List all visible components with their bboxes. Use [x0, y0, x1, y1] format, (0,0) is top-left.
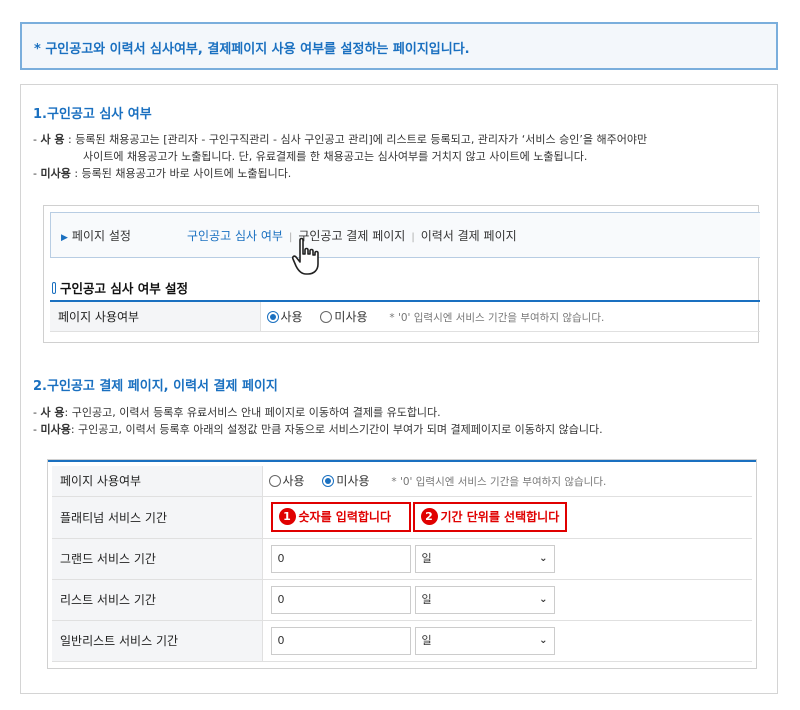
section2-desc: - 사 용: 구인공고, 이력서 등록후 유료서비스 안내 페이지로 이동하여 …	[33, 406, 603, 436]
page-use-label: 페이지 사용여부	[52, 466, 263, 497]
list-label: 리스트 서비스 기간	[52, 579, 263, 621]
use-desc: : 구인공고, 이력서 등록후 유료서비스 안내 페이지로 이동하여 결제를 유…	[64, 406, 441, 419]
notice-banner: * 구인공고와 이력서 심사여부, 결제페이지 사용 여부를 설정하는 페이지입…	[20, 22, 778, 70]
hand-cursor-icon	[291, 237, 319, 275]
grand-unit-select[interactable]: 일 ⌄	[414, 544, 555, 573]
zero-note: * '0' 입력시엔 서비스 기간을 부여하지 않습니다.	[389, 311, 605, 324]
use-desc-line1: : 등록된 채용공고는 [관리자 - 구인구직관리 - 심사 구인공고 관리]에…	[68, 133, 648, 146]
page-use-label: 페이지 사용여부	[50, 301, 261, 332]
radio-use-label: 사용	[280, 309, 303, 324]
number-1-badge: 1	[278, 508, 296, 525]
tab-separator: |	[411, 232, 415, 243]
table-row: 리스트 서비스 기간 0 일 ⌄	[52, 579, 752, 621]
tab-bar: ▶ 페이지 설정 구인공고 심사 여부 | 구인공고 결제 페이지 | 이력서 결제 페이…	[50, 212, 760, 275]
tab-job-review[interactable]: 구인공고 심사 여부	[187, 227, 283, 244]
table-row: 그랜드 서비스 기간 0 일 ⌄	[52, 538, 752, 580]
setting1-title-text: 구인공고 심사 여부 설정	[60, 281, 189, 296]
tab-list: 구인공고 심사 여부 | 구인공고 결제 페이지 | 이력서 결제 페이지	[187, 227, 517, 244]
chevron-down-icon: ⌄	[539, 593, 548, 605]
tab-bar-head: ▶ 페이지 설정	[61, 227, 131, 244]
page-use-options: 사용 미사용 * '0' 입력시엔 서비스 기간을 부여하지 않습니다.	[262, 466, 752, 497]
grand-label: 그랜드 서비스 기간	[52, 538, 263, 580]
radio-use-label: 사용	[282, 474, 305, 489]
table-row: 페이지 사용여부 사용 미사용 * '0' 입력시엔 서비스 기간을 부여하지 …	[50, 301, 760, 332]
callout-select-unit-text: 기간 단위를 선택합니다	[440, 510, 560, 524]
radio-unchecked-icon[interactable]	[268, 475, 281, 488]
callout-select-unit: 2 기간 단위를 선택합니다	[412, 502, 568, 532]
setting2-table: 페이지 사용여부 사용 미사용 * '0' 입력시엔 서비스 기간을 부여하지 …	[52, 466, 752, 662]
grand-period-input[interactable]: 0	[270, 544, 411, 573]
table-row: 일반리스트 서비스 기간 0 일 ⌄	[52, 620, 752, 662]
general-unit-value: 일	[421, 633, 432, 647]
grand-inputs: 0 일 ⌄	[262, 538, 752, 580]
radio-use[interactable]: 사용	[268, 474, 305, 489]
nouse-desc: : 등록된 채용공고가 바로 사이트에 노출됩니다.	[74, 167, 292, 180]
radio-nouse[interactable]: 미사용	[320, 309, 368, 324]
use-desc-line2: 사이트에 채용공고가 노출됩니다. 단, 유료결제를 한 채용공고는 심사여부를…	[83, 150, 588, 163]
grand-unit-value: 일	[421, 551, 432, 565]
page-setting-box: ▶ 페이지 설정 구인공고 심사 여부 | 구인공고 결제 페이지 | 이력서 결제 페이…	[43, 205, 760, 343]
page-use-options: 사용 미사용 * '0' 입력시엔 서비스 기간을 부여하지 않습니다.	[260, 301, 760, 332]
general-label: 일반리스트 서비스 기간	[52, 620, 263, 662]
general-inputs: 0 일 ⌄	[262, 620, 752, 662]
platinum-label: 플래티넘 서비스 기간	[52, 496, 263, 539]
list-unit-value: 일	[421, 592, 432, 606]
table-row: 페이지 사용여부 사용 미사용 * '0' 입력시엔 서비스 기간을 부여하지 …	[52, 466, 752, 497]
main-panel: 1.구인공고 심사 여부 - 사 용 : 등록된 채용공고는 [관리자 - 구인…	[20, 84, 778, 694]
payment-setting-box: 페이지 사용여부 사용 미사용 * '0' 입력시엔 서비스 기간을 부여하지 …	[47, 459, 757, 669]
list-unit-select[interactable]: 일 ⌄	[414, 585, 555, 614]
top-accent-line	[48, 460, 756, 462]
radio-unchecked-icon[interactable]	[320, 310, 333, 323]
nouse-desc: : 구인공고, 이력서 등록후 아래의 설정값 만큼 자동으로 서비스기간이 부…	[70, 423, 603, 436]
radio-checked-icon[interactable]	[322, 475, 335, 488]
title-bar-icon	[52, 282, 56, 294]
radio-use[interactable]: 사용	[266, 309, 303, 324]
general-unit-select[interactable]: 일 ⌄	[414, 626, 555, 655]
nouse-label: 미사용	[40, 167, 71, 180]
radio-nouse[interactable]: 미사용	[322, 474, 370, 489]
general-period-input[interactable]: 0	[270, 626, 411, 655]
list-period-input[interactable]: 0	[270, 585, 411, 614]
setting1-table: 페이지 사용여부 사용 미사용 * '0' 입력시엔 서비스 기간을 부여하지 …	[50, 300, 760, 332]
setting1-title: 구인공고 심사 여부 설정	[52, 278, 188, 297]
section1-title: 1.구인공고 심사 여부	[33, 107, 152, 122]
table-row: 플래티넘 서비스 기간 1 숫자를 입력합니다 2 기간 단위를 선택합니다	[52, 496, 752, 539]
list-inputs: 0 일 ⌄	[262, 579, 752, 621]
radio-nouse-label: 미사용	[334, 309, 368, 324]
nouse-label: 미사용	[40, 423, 71, 436]
chevron-down-icon: ⌄	[539, 634, 548, 646]
platinum-callouts: 1 숫자를 입력합니다 2 기간 단위를 선택합니다	[262, 496, 752, 539]
section1-desc: - 사 용 : 등록된 채용공고는 [관리자 - 구인구직관리 - 심사 구인공…	[33, 133, 648, 180]
use-label: 사 용	[40, 133, 65, 146]
radio-nouse-label: 미사용	[336, 474, 370, 489]
radio-checked-icon[interactable]	[266, 310, 279, 323]
use-label: 사 용	[40, 406, 65, 419]
tab-resume-payment[interactable]: 이력서 결제 페이지	[421, 227, 517, 244]
number-2-badge: 2	[420, 508, 438, 525]
callout-enter-number-text: 숫자를 입력합니다	[298, 510, 392, 524]
section2-title: 2.구인공고 결제 페이지, 이력서 결제 페이지	[33, 379, 278, 394]
chevron-down-icon: ⌄	[539, 552, 548, 564]
callout-enter-number: 1 숫자를 입력합니다	[270, 502, 411, 532]
tab-bar-head-label: 페이지 설정	[71, 229, 131, 243]
triangle-right-icon: ▶	[61, 233, 68, 243]
zero-note: * '0' 입력시엔 서비스 기간을 부여하지 않습니다.	[391, 476, 607, 489]
